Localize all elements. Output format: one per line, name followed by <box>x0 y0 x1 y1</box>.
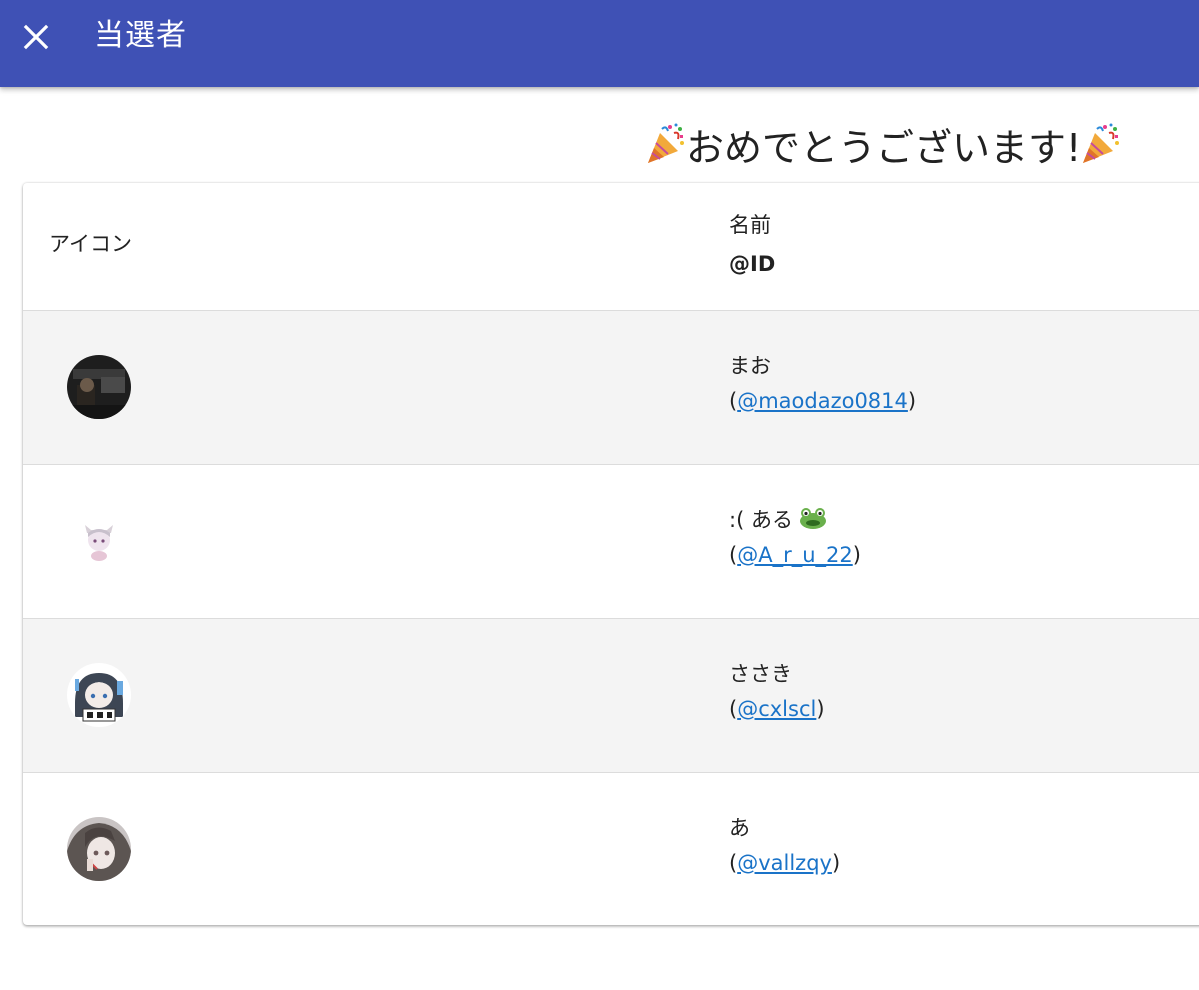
winner-name: あ <box>729 816 750 840</box>
party-popper-icon <box>648 123 684 163</box>
winner-name: ささき <box>729 662 792 686</box>
avatar <box>67 663 131 727</box>
congrats-text: おめでとうございます! <box>686 125 1082 170</box>
page-title: 当選者 <box>94 18 187 53</box>
handle-link[interactable]: @cxlscl <box>737 697 816 721</box>
congrats-banner: おめでとうございます! <box>0 115 1199 173</box>
table-row: あ (@vallzqy) <box>23 773 1199 925</box>
handle-link[interactable]: @maodazo0814 <box>737 389 908 413</box>
column-header-name: 名前 <box>729 213 771 237</box>
winner-name: まお <box>729 354 771 378</box>
table-row: ささき (@cxlscl) <box>23 619 1199 773</box>
frog-icon <box>799 508 826 529</box>
avatar <box>67 509 131 573</box>
avatar <box>67 817 131 881</box>
handle-link[interactable]: @vallzqy <box>737 851 832 875</box>
winner-handle: (@cxlscl) <box>729 697 825 721</box>
avatar <box>67 355 131 419</box>
close-icon <box>23 24 49 50</box>
handle-link[interactable]: @A_r_u_22 <box>737 543 853 567</box>
column-header-id: @ID <box>729 252 776 276</box>
winner-name: :( ある <box>729 504 827 537</box>
winners-table: アイコン 名前 @ID まお (@maodazo0814):(ある (@A_… <box>23 183 1199 925</box>
table-header: アイコン 名前 @ID <box>23 183 1199 311</box>
winner-handle: (@A_r_u_22) <box>729 543 861 567</box>
party-popper-icon <box>1083 123 1120 163</box>
app-bar: 当選者 <box>0 0 1199 87</box>
winner-handle: (@vallzqy) <box>729 851 841 875</box>
winner-handle: (@maodazo0814) <box>729 389 917 413</box>
close-button[interactable] <box>16 17 56 57</box>
column-header-icon: アイコン <box>49 232 132 256</box>
table-row: :( ある (@A_r_u_22) <box>23 465 1199 619</box>
table-row: まお (@maodazo0814) <box>23 311 1199 465</box>
